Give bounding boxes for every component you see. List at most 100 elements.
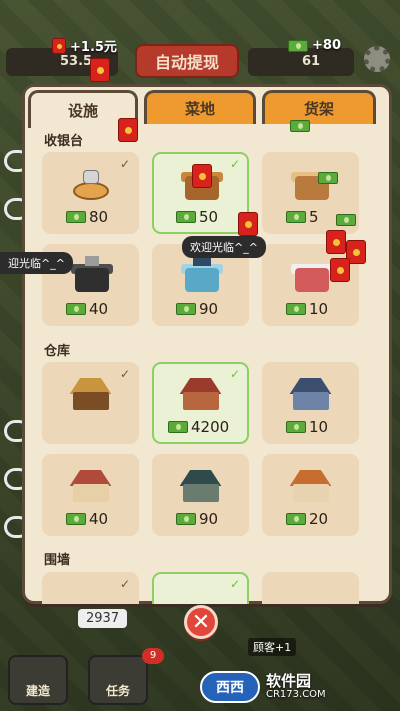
close-button[interactable]: ✕	[184, 605, 218, 639]
item-price: 20	[286, 510, 328, 528]
item-price: 40	[66, 510, 108, 528]
item-card[interactable]: ✓	[42, 572, 139, 604]
item-card[interactable]: ✓	[42, 362, 139, 444]
item-price: 10	[286, 300, 328, 318]
cash-reward-text: +80	[312, 38, 341, 53]
item-card-selected[interactable]: ✓	[152, 572, 249, 604]
price-value: 10	[309, 418, 329, 436]
warehouse-icon	[65, 378, 117, 412]
item-card-selected[interactable]: ✓ 4200	[152, 362, 249, 444]
warehouse-icon	[175, 470, 227, 504]
price-value: 5	[309, 208, 319, 226]
price-value: 40	[89, 510, 109, 528]
task-button[interactable]: 任务	[88, 655, 148, 705]
cash-icon	[176, 303, 196, 315]
cash-icon	[286, 211, 306, 223]
welcome-tooltip: 欢迎光临^_^	[182, 236, 266, 258]
item-price: 90	[176, 510, 218, 528]
cash-icon	[336, 214, 356, 226]
watermark: 西西 软件园 CR173.COM	[200, 668, 396, 706]
section-title-wall: 围墙	[44, 553, 71, 568]
item-card[interactable]: 10	[262, 362, 359, 444]
checkmark-icon: ✓	[119, 367, 130, 381]
cash-icon	[286, 513, 306, 525]
panel-content: 收银台 ✓ 80 ✓ 50 5 40 90 10 仓库 ✓ ✓ 4200 10 …	[36, 124, 376, 604]
cash-icon	[286, 303, 306, 315]
item-price: 90	[176, 300, 218, 318]
price-value: 20	[309, 510, 329, 528]
cash-icon	[286, 421, 306, 433]
coin-left-value: 53.5	[60, 54, 93, 69]
customer-bonus-label: 顾客+1	[248, 638, 297, 656]
task-badge: 9	[142, 648, 164, 664]
item-price: 10	[286, 418, 328, 436]
item-card[interactable]	[262, 572, 359, 604]
warehouse-icon	[65, 470, 117, 504]
gear-icon[interactable]	[364, 46, 390, 72]
auto-withdraw-button[interactable]: 自动提现	[135, 44, 239, 78]
checkmark-icon: ✓	[229, 577, 240, 591]
category-tabs: 设施 菜地 货架	[26, 90, 378, 128]
item-price: 40	[66, 300, 108, 318]
cash-icon	[176, 211, 196, 223]
cash-icon	[290, 120, 310, 132]
item-card[interactable]: 40	[42, 454, 139, 536]
cash-icon	[66, 513, 86, 525]
task-label: 任务	[105, 684, 130, 698]
item-price: 5	[286, 208, 319, 226]
reward-text: +1.5元	[70, 40, 117, 55]
price-value: 4200	[191, 418, 230, 436]
laptop-counter-icon	[175, 254, 227, 294]
warehouse-icon	[175, 378, 227, 412]
item-price: 50	[176, 208, 218, 226]
item-card[interactable]: 20	[262, 454, 359, 536]
price-value: 90	[199, 300, 219, 318]
item-card-selected[interactable]: ✓ 50	[152, 152, 249, 234]
watermark-logo: 西西	[200, 671, 260, 703]
red-packet-icon[interactable]	[192, 164, 212, 188]
cash-reward-popup: +80	[288, 38, 341, 53]
price-value: 40	[89, 300, 109, 318]
section-title-cashier: 收银台	[44, 134, 84, 149]
red-packet-icon[interactable]	[238, 212, 258, 236]
red-packet-icon[interactable]	[90, 58, 110, 82]
red-packet-icon[interactable]	[326, 230, 346, 254]
checkmark-icon: ✓	[229, 157, 240, 171]
cash-icon	[288, 39, 308, 52]
red-packet-icon[interactable]	[330, 258, 350, 282]
price-value: 80	[89, 208, 109, 226]
cash-register-icon	[65, 168, 117, 202]
item-price: 4200	[168, 418, 229, 436]
section-title-warehouse: 仓库	[44, 344, 71, 359]
build-label: 建造	[25, 684, 50, 698]
bottom-count: 2937	[78, 609, 128, 628]
price-value: 50	[199, 208, 219, 226]
cash-icon	[66, 303, 86, 315]
item-card[interactable]: ✓ 80	[42, 152, 139, 234]
item-card[interactable]: 10	[262, 244, 359, 326]
tab-shelves[interactable]: 货架	[262, 90, 376, 124]
cash-icon	[168, 421, 188, 433]
cash-icon	[66, 211, 86, 223]
warehouse-icon	[285, 470, 337, 504]
tab-vegetable-field[interactable]: 菜地	[144, 90, 256, 124]
welcome-tooltip-left: 迎光临^_^	[0, 252, 73, 274]
item-card[interactable]: 90	[152, 454, 249, 536]
red-packet-icon	[52, 37, 66, 54]
watermark-name: 软件园	[266, 672, 312, 690]
item-price: 80	[66, 208, 108, 226]
checkmark-icon: ✓	[229, 367, 240, 381]
warehouse-icon	[285, 378, 337, 412]
price-value: 90	[199, 510, 219, 528]
checkmark-icon: ✓	[119, 577, 130, 591]
reward-popup: +1.5元	[52, 36, 117, 55]
cash-icon	[176, 513, 196, 525]
top-hud: 53.5 +1.5元 自动提现 61 +80	[0, 0, 400, 86]
coin-right-value: 61	[302, 54, 321, 69]
red-packet-icon[interactable]	[118, 118, 138, 142]
cash-icon	[318, 172, 338, 184]
watermark-site: CR173.COM	[266, 689, 326, 700]
price-value: 10	[309, 300, 329, 318]
build-button[interactable]: 建造	[8, 655, 68, 705]
printer-counter-icon	[285, 260, 337, 294]
